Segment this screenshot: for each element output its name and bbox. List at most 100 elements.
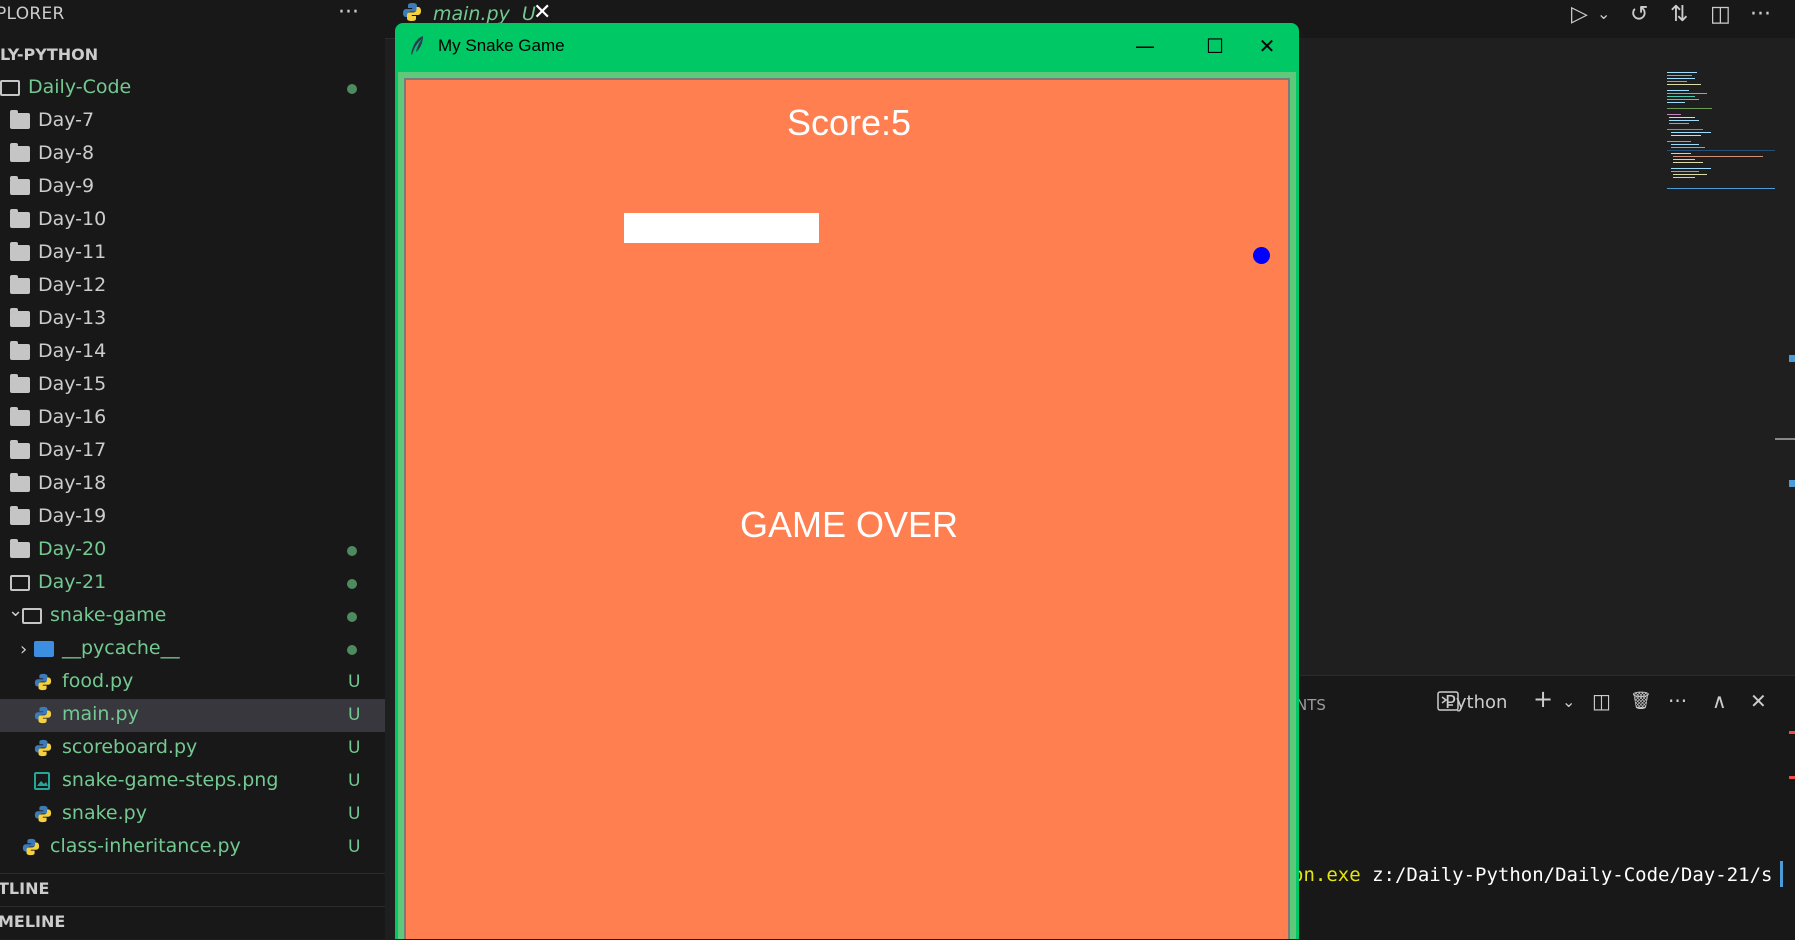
tree-item-label: Day-9 bbox=[38, 175, 95, 197]
folder-item[interactable]: Day-16 bbox=[0, 402, 385, 435]
tree-item-label: Day-16 bbox=[38, 406, 107, 428]
workspace-root-label[interactable]: ILY-PYTHON bbox=[0, 45, 98, 64]
close-panel-icon[interactable]: ✕ bbox=[1750, 689, 1767, 713]
game-over-text: GAME OVER bbox=[739, 504, 959, 545]
file-item[interactable]: snake.py U bbox=[0, 798, 385, 831]
git-modified-dot bbox=[347, 84, 357, 94]
tree-item-label: Daily-Code bbox=[28, 76, 132, 98]
food-dot bbox=[1253, 247, 1270, 264]
folder-item[interactable]: Day-17 bbox=[0, 435, 385, 468]
tree-item-label: Day-15 bbox=[38, 373, 107, 395]
chevron-down-icon[interactable]: ⌄ bbox=[8, 600, 23, 621]
folder-icon bbox=[10, 473, 30, 492]
tree-item-label: Day-10 bbox=[38, 208, 107, 230]
terminal-name[interactable]: Python bbox=[1445, 692, 1507, 713]
panel-more-button[interactable]: ··· bbox=[1668, 689, 1687, 713]
git-untracked-badge: U bbox=[348, 837, 361, 857]
folder-item[interactable]: Day-7 bbox=[0, 105, 385, 138]
split-terminal-icon[interactable]: ◫ bbox=[1592, 689, 1611, 713]
folder-item[interactable]: ⌄ snake-game bbox=[0, 600, 385, 633]
terminal-error-marker bbox=[1789, 731, 1795, 734]
folder-item[interactable]: › __pycache__ bbox=[0, 633, 385, 666]
folder-item[interactable]: Day-11 bbox=[0, 237, 385, 270]
timeline-section[interactable]: MELINE bbox=[0, 906, 385, 937]
folder-item[interactable]: Day-9 bbox=[0, 171, 385, 204]
compare-changes-icon[interactable]: ⇅ bbox=[1670, 2, 1688, 27]
folder-item[interactable]: Day-10 bbox=[0, 204, 385, 237]
tree-item-label: Day-14 bbox=[38, 340, 107, 362]
folder-open-icon bbox=[10, 575, 30, 591]
tk-feather-icon bbox=[411, 36, 423, 55]
chevron-right-icon[interactable]: › bbox=[20, 639, 27, 660]
file-item[interactable]: main.py U bbox=[0, 699, 385, 732]
tree-item-label: Day-12 bbox=[38, 274, 107, 296]
snake-segment bbox=[748, 213, 819, 243]
tree-item-label: scoreboard.py bbox=[62, 736, 198, 758]
folder-item[interactable]: Day-21 bbox=[0, 567, 385, 600]
folder-item[interactable]: Day-8 bbox=[0, 138, 385, 171]
folder-icon bbox=[10, 440, 30, 459]
file-item[interactable]: food.py U bbox=[0, 666, 385, 699]
terminal-output-line[interactable]: on.exe z:/Daily-Python/Daily-Code/Day-21… bbox=[1292, 864, 1772, 886]
tab-close-icon[interactable]: ✕ bbox=[533, 0, 551, 25]
image-file-icon bbox=[34, 772, 54, 790]
editor-more-button[interactable]: ··· bbox=[1750, 2, 1771, 27]
folder-item[interactable]: Day-20 bbox=[0, 534, 385, 567]
pycache-folder-icon bbox=[34, 641, 54, 657]
tree-item-label: main.py bbox=[62, 703, 139, 725]
file-item[interactable]: scoreboard.py U bbox=[0, 732, 385, 765]
file-item[interactable]: snake-game-steps.png U bbox=[0, 765, 385, 798]
folder-icon bbox=[10, 143, 30, 162]
tree-item-label: class-inheritance.py bbox=[50, 835, 241, 857]
minimize-button[interactable]: — bbox=[1110, 23, 1180, 70]
explorer-sidebar: PLORER ··· ILY-PYTHON Daily-Code Day-7 Day… bbox=[0, 0, 385, 939]
tree-item-label: Day-19 bbox=[38, 505, 107, 527]
terminal-menu-chevron-icon[interactable]: ⌄ bbox=[1562, 692, 1575, 711]
explorer-more-button[interactable]: ··· bbox=[338, 0, 359, 25]
game-canvas[interactable]: Score:5 GAME OVER bbox=[404, 78, 1290, 939]
folder-item[interactable]: Day-13 bbox=[0, 303, 385, 336]
snake-game-window: My Snake Game — ☐ ✕ Score:5 GAME OVER bbox=[395, 23, 1299, 939]
tree-item-label: Day-8 bbox=[38, 142, 95, 164]
game-window-titlebar[interactable]: My Snake Game — ☐ ✕ bbox=[395, 23, 1299, 72]
git-modified-dot bbox=[347, 579, 357, 589]
tree-item-label: food.py bbox=[62, 670, 134, 692]
folder-icon bbox=[10, 341, 30, 360]
close-button[interactable]: ✕ bbox=[1232, 23, 1302, 70]
panel-tab-ports[interactable]: NTS bbox=[1296, 696, 1326, 714]
maximize-panel-icon[interactable]: ∧ bbox=[1712, 689, 1727, 713]
folder-item[interactable]: Day-14 bbox=[0, 336, 385, 369]
folder-icon bbox=[10, 374, 30, 393]
explorer-title: PLORER bbox=[0, 4, 65, 24]
tree-item-label: Day-20 bbox=[38, 538, 107, 560]
folder-item[interactable]: Day-18 bbox=[0, 468, 385, 501]
file-item[interactable]: class-inheritance.py U bbox=[0, 831, 385, 864]
run-menu-chevron-icon[interactable]: ⌄ bbox=[1597, 4, 1610, 23]
tree-item-label: snake-game bbox=[50, 604, 167, 626]
git-untracked-badge: U bbox=[348, 672, 361, 692]
tree-item-label: Day-21 bbox=[38, 571, 107, 593]
new-terminal-icon[interactable]: + bbox=[1533, 685, 1553, 713]
scrollbar-marker bbox=[1789, 355, 1795, 362]
folder-item[interactable]: Daily-Code bbox=[0, 72, 385, 105]
folder-icon bbox=[10, 209, 30, 228]
folder-icon bbox=[10, 407, 30, 426]
folder-item[interactable]: Day-12 bbox=[0, 270, 385, 303]
tree-item-label: Day-7 bbox=[38, 109, 95, 131]
python-file-icon bbox=[403, 3, 421, 21]
snake-segment bbox=[686, 213, 757, 243]
git-modified-dot bbox=[347, 645, 357, 655]
run-icon[interactable]: ▷ bbox=[1571, 2, 1588, 27]
git-modified-dot bbox=[347, 612, 357, 622]
timeline-history-icon[interactable]: ↺ bbox=[1630, 2, 1648, 27]
trash-icon[interactable]: 🗑 bbox=[1630, 691, 1652, 711]
outline-section[interactable]: TLINE bbox=[0, 873, 385, 904]
minimap[interactable] bbox=[1667, 70, 1775, 195]
explorer-header: PLORER ··· bbox=[0, 0, 385, 30]
folder-item[interactable]: Day-19 bbox=[0, 501, 385, 534]
scrollbar-thumb[interactable] bbox=[1775, 438, 1795, 440]
folder-icon bbox=[10, 275, 30, 294]
folder-item[interactable]: Day-15 bbox=[0, 369, 385, 402]
tree-item-label: Day-18 bbox=[38, 472, 107, 494]
split-editor-icon[interactable]: ◫ bbox=[1710, 2, 1731, 27]
